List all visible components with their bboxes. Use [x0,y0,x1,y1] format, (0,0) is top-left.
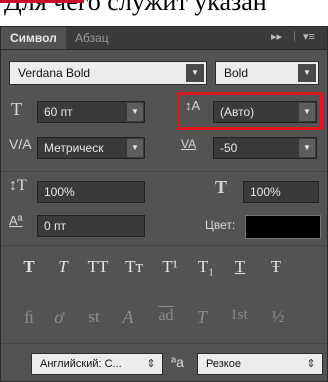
all-caps-button[interactable]: TT [83,257,113,277]
ordinals-button[interactable]: 1st [221,307,257,324]
horizontal-scale-icon: T [215,177,228,197]
underline-button[interactable]: T [225,257,255,277]
tab-paragraph[interactable]: Абзац [75,27,109,49]
swash-button[interactable]: A [113,307,143,328]
kerning-select[interactable]: Метрическ ▼ [37,137,145,159]
baseline-shift-value: 0 пт [44,219,67,233]
fractions-button[interactable]: ½ [263,307,293,327]
stepper-icon: ⇕ [306,358,316,370]
red-underline [0,0,84,3]
contextual-alternates-button[interactable]: ơ [47,307,71,328]
vertical-scale-value: 100% [44,185,75,199]
baseline-shift-input[interactable]: 0 пт [37,215,145,237]
divider [1,245,327,246]
stylistic-alternates-button[interactable]: ad [149,307,183,325]
faux-bold-button[interactable]: T [17,257,41,277]
language-select[interactable]: Английский: С... ⇕ [31,353,163,375]
vertical-scale-input[interactable]: 100% [37,181,145,203]
language-value: Английский: С... [40,358,122,370]
color-swatch[interactable] [245,215,321,239]
horizontal-scale-value: 100% [250,185,281,199]
vertical-scale-icon: ↕T [9,177,27,194]
tracking-value: -50 [220,141,238,155]
font-style-value: Bold [224,66,249,80]
chevron-down-icon: ▼ [299,139,315,157]
faux-italic-button[interactable]: T [51,257,75,277]
caption-strip: Для чего служит указан [0,0,328,26]
ligatures-button[interactable]: ﬁ [17,307,41,328]
tab-character[interactable]: Символ [1,27,66,49]
antialias-icon: ªa [171,354,184,370]
chevron-down-icon: ▼ [127,103,143,121]
antialias-select[interactable]: Резкое ⇕ [197,353,323,375]
tab-bar: Символ Абзац ▸▸ | ▾≡ [1,27,327,50]
horizontal-scale-input[interactable]: 100% [243,181,319,203]
antialias-value: Резкое [206,358,241,370]
font-family-select[interactable]: Verdana Bold ▼ [9,61,207,85]
baseline-shift-icon: Aª [9,213,23,228]
panel-menu-icon[interactable]: ▾≡ [303,30,315,43]
divider [1,171,327,172]
font-style-select[interactable]: Bold ▼ [215,61,319,85]
tracking-icon: VA [181,137,197,151]
divider [1,343,327,344]
red-highlight-box [177,92,323,130]
character-panel: Символ Абзац ▸▸ | ▾≡ Verdana Bold ▼ Bold… [0,26,328,382]
chevron-down-icon: ▼ [127,139,143,157]
tracking-input[interactable]: -50 ▼ [213,137,317,159]
small-caps-button[interactable]: Tт [119,257,149,277]
kerning-icon: V/A [9,136,32,152]
discretionary-ligatures-button[interactable]: st [79,307,109,327]
subscript-button[interactable]: T₁ [191,257,221,277]
strikethrough-button[interactable]: Ŧ [261,257,291,277]
stepper-icon: ⇕ [146,358,156,370]
color-label: Цвет: [205,218,236,232]
font-size-icon: T [11,99,22,119]
divider: | [293,30,296,42]
font-size-value: 60 пт [44,105,73,119]
titling-alternates-button[interactable]: T [189,307,215,328]
font-size-input[interactable]: 60 пт ▼ [37,101,145,123]
chevron-down-icon: ▼ [186,64,204,82]
font-family-value: Verdana Bold [18,66,91,80]
chevron-down-icon: ▼ [298,64,316,82]
superscript-button[interactable]: T¹ [155,257,185,277]
collapse-panel-icon[interactable]: ▸▸ [271,30,282,43]
kerning-value: Метрическ [44,141,104,155]
